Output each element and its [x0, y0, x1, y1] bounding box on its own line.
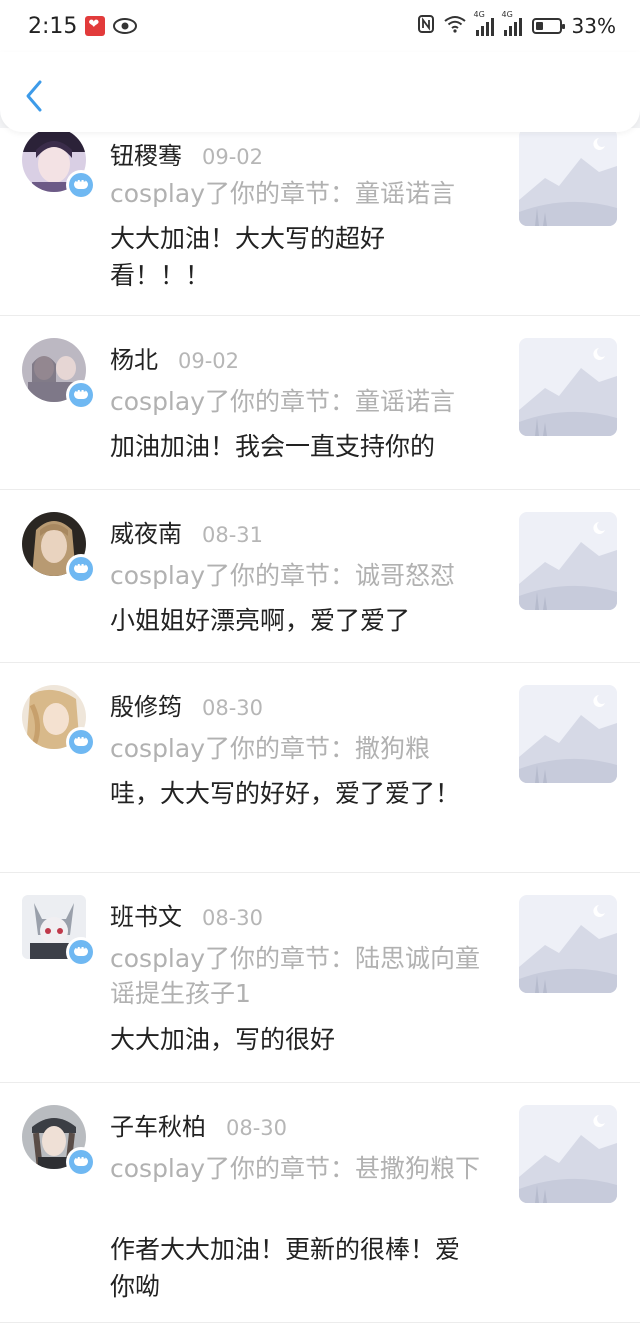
comment-badge-icon — [66, 727, 96, 757]
list-item[interactable]: 威夜南 08-31 cosplay了你的章节：诚哥怒怼 小姐姐好漂亮啊，爱了爱了 — [0, 490, 640, 663]
avatar[interactable] — [22, 338, 96, 410]
chapter-thumbnail[interactable] — [519, 895, 617, 993]
chapter-thumbnail[interactable] — [519, 1105, 617, 1203]
network-label-2: 4G — [501, 10, 513, 19]
chapter-reference[interactable]: cosplay了你的章节：童谣诺言 — [110, 384, 500, 419]
battery-icon — [531, 18, 565, 34]
avatar[interactable] — [22, 128, 96, 200]
comment-date: 08-30 — [226, 1116, 288, 1140]
avatar[interactable] — [22, 895, 96, 967]
comment-list[interactable]: 钮稷骞 09-02 cosplay了你的章节：童谣诺言 大大加油！大大写的超好看… — [0, 128, 640, 1330]
chapter-reference[interactable]: cosplay了你的章节：童谣诺言 — [110, 176, 500, 211]
comment-badge-icon — [66, 1147, 96, 1177]
chapter-thumbnail[interactable] — [519, 685, 617, 783]
user-name[interactable]: 杨北 — [110, 340, 158, 375]
comment-badge-icon — [66, 170, 96, 200]
user-name[interactable]: 班书文 — [110, 897, 182, 932]
comment-badge-icon — [66, 554, 96, 584]
status-left: 2:15 — [28, 13, 138, 39]
comment-date: 08-31 — [202, 523, 264, 547]
chapter-reference[interactable]: cosplay了你的章节：诚哥怒怼 — [110, 558, 500, 593]
status-bar: 2:15 4G 4G 33% — [0, 0, 640, 52]
chapter-reference[interactable]: cosplay了你的章节：甚撒狗粮下 — [110, 1151, 500, 1186]
chapter-reference[interactable]: cosplay了你的章节：陆思诚向童谣提生孩子1 — [110, 941, 500, 1011]
user-line: 钮稷骞 09-02 — [110, 136, 263, 171]
comment-text: 作者大大加油！更新的很棒！爱你呦 — [110, 1235, 461, 1301]
comment-date: 08-30 — [202, 696, 264, 720]
chapter-reference[interactable]: cosplay了你的章节：撒狗粮 — [110, 731, 500, 766]
nav-header — [0, 52, 640, 132]
battery-fill — [535, 22, 543, 30]
comment-badge-icon — [66, 937, 96, 967]
comment-badge-icon — [66, 380, 96, 410]
comment-text: 哇，大大写的好好，爱了爱了！ — [110, 779, 461, 808]
user-line: 殷修筠 08-30 — [110, 687, 263, 722]
status-right: 4G 4G 33% — [417, 10, 616, 38]
comment-text: 加油加油！我会一直支持你的 — [110, 432, 436, 461]
user-line: 杨北 09-02 — [110, 340, 239, 375]
chapter-thumbnail[interactable] — [519, 338, 617, 436]
avatar[interactable] — [22, 1105, 96, 1177]
list-item[interactable]: 殷修筠 08-30 cosplay了你的章节：撒狗粮 哇，大大写的好好，爱了爱了… — [0, 663, 640, 873]
list-item[interactable]: 钮稷骞 09-02 cosplay了你的章节：童谣诺言 大大加油！大大写的超好看… — [0, 128, 640, 316]
avatar[interactable] — [22, 512, 96, 584]
comment-date: 08-30 — [202, 906, 264, 930]
comment-text: 小姐姐好漂亮啊，爱了爱了 — [110, 606, 411, 635]
comment-date: 09-02 — [178, 349, 240, 373]
comment-date: 09-02 — [202, 145, 264, 169]
list-item[interactable]: 杨北 09-02 cosplay了你的章节：童谣诺言 加油加油！我会一直支持你的 — [0, 316, 640, 490]
list-item[interactable]: 班书文 08-30 cosplay了你的章节：陆思诚向童谣提生孩子1 大大加油，… — [0, 873, 640, 1083]
user-line: 班书文 08-30 — [110, 897, 263, 932]
nfc-icon — [417, 15, 434, 37]
comment-text: 大大加油！大大写的超好看！！！ — [110, 224, 386, 290]
user-name[interactable]: 子车秋柏 — [110, 1107, 206, 1142]
back-button[interactable] — [18, 76, 50, 116]
avatar[interactable] — [22, 685, 96, 757]
status-time: 2:15 — [28, 13, 78, 39]
wifi-icon — [443, 15, 466, 37]
battery-percent: 33% — [571, 14, 616, 38]
network-label-1: 4G — [473, 10, 485, 19]
user-name[interactable]: 钮稷骞 — [110, 136, 182, 171]
eye-icon — [113, 18, 138, 34]
chapter-thumbnail[interactable] — [519, 512, 617, 610]
user-line: 子车秋柏 08-30 — [110, 1107, 287, 1142]
user-name[interactable]: 殷修筠 — [110, 687, 182, 722]
signal-icon-1: 4G — [474, 10, 494, 36]
app-notification-icon — [85, 16, 106, 36]
list-item[interactable]: 子车秋柏 08-30 cosplay了你的章节：甚撒狗粮下 作者大大加油！更新的… — [0, 1083, 640, 1323]
comment-text: 大大加油，写的很好 — [110, 1025, 336, 1054]
user-line: 威夜南 08-31 — [110, 514, 263, 549]
user-name[interactable]: 威夜南 — [110, 514, 182, 549]
signal-icon-2: 4G — [502, 10, 522, 36]
chevron-left-icon — [26, 80, 42, 112]
chapter-thumbnail[interactable] — [519, 128, 617, 226]
